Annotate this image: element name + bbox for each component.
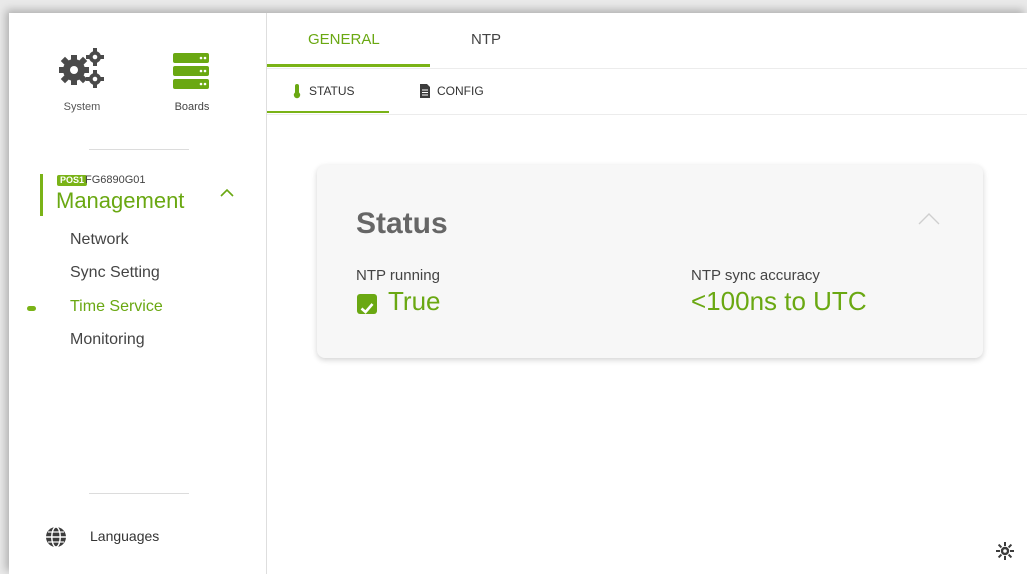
tab-general[interactable]: GENERAL	[308, 31, 380, 48]
sidebar-item-sync-setting[interactable]: Sync Setting	[70, 264, 160, 282]
ntp-running-label: NTP running	[356, 267, 440, 284]
system-label: System	[63, 101, 101, 113]
document-icon	[420, 84, 430, 98]
ntp-accuracy-value: <100ns to UTC	[691, 286, 867, 316]
position-badge: POS1	[57, 175, 88, 186]
chevron-up-icon	[220, 188, 234, 197]
sidebar: System Boards POS1 FG6890G01 Management …	[9, 13, 267, 574]
boards-button[interactable]: Boards	[159, 39, 225, 117]
gears-icon	[59, 48, 104, 88]
system-button[interactable]: System	[49, 39, 115, 117]
thermometer-icon	[293, 84, 301, 99]
status-card: Status NTP running True NTP sync accurac…	[317, 165, 983, 358]
server-icon	[173, 53, 209, 89]
sidebar-item-monitoring[interactable]: Monitoring	[70, 331, 145, 349]
card-collapse-button[interactable]	[917, 209, 941, 227]
secondary-tab-bar: STATUS CONFIG	[267, 69, 1027, 115]
sidebar-divider	[89, 149, 189, 150]
chevron-up-icon	[918, 213, 940, 225]
sidebar-item-network[interactable]: Network	[70, 231, 129, 249]
device-id: FG6890G01	[85, 174, 146, 186]
checkbox-checked-icon	[357, 294, 377, 314]
tab-status-underline	[267, 111, 389, 113]
section-indicator-bar	[40, 174, 43, 216]
section-title: Management	[56, 188, 185, 213]
settings-button[interactable]	[994, 540, 1016, 562]
section-collapse-button[interactable]	[217, 185, 237, 201]
app-window: System Boards POS1 FG6890G01 Management …	[9, 13, 1027, 574]
tab-general-underline	[267, 64, 430, 67]
ntp-running-value-text: True	[388, 286, 441, 316]
tab-config-label: CONFIG	[437, 84, 484, 98]
card-title: Status	[356, 207, 448, 240]
tab-ntp[interactable]: NTP	[471, 31, 501, 48]
primary-tab-bar: GENERAL NTP	[267, 13, 1027, 69]
settings-sun-icon	[996, 542, 1014, 560]
ntp-accuracy-label: NTP sync accuracy	[691, 267, 820, 284]
sidebar-item-time-service[interactable]: Time Service	[70, 298, 163, 316]
boards-label: Boards	[174, 101, 210, 113]
active-indicator	[27, 306, 36, 311]
sidebar-top-icons: System Boards	[9, 13, 266, 128]
languages-label: Languages	[90, 528, 160, 544]
globe-icon	[46, 526, 66, 548]
sidebar-divider-bottom	[89, 493, 189, 494]
tab-status-label: STATUS	[309, 84, 355, 98]
